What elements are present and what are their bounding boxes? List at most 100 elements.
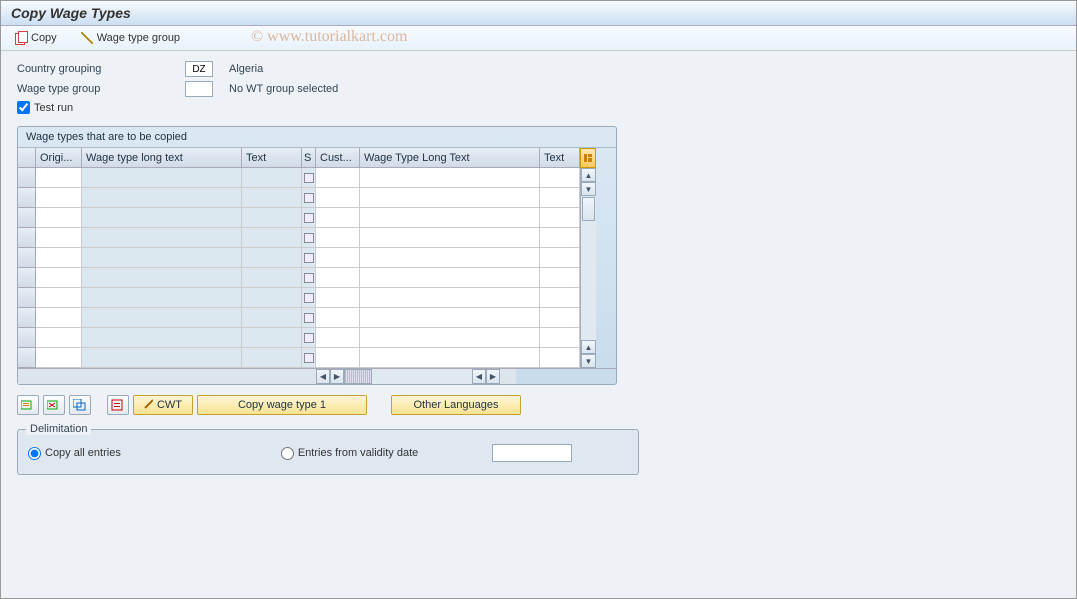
table-checkbox[interactable] xyxy=(302,168,316,188)
row-handle[interactable] xyxy=(18,208,36,228)
row-handle[interactable] xyxy=(18,228,36,248)
row-handle[interactable] xyxy=(18,188,36,208)
insert-row-button[interactable] xyxy=(17,395,39,415)
col-header-cust[interactable]: Cust... xyxy=(316,148,360,168)
country-grouping-input[interactable] xyxy=(185,61,213,77)
table-cell[interactable] xyxy=(360,188,540,208)
table-cell[interactable] xyxy=(36,308,82,328)
row-handle[interactable] xyxy=(18,268,36,288)
table-cell[interactable] xyxy=(540,188,580,208)
scroll-down-button[interactable]: ▼ xyxy=(581,354,596,368)
table-checkbox[interactable] xyxy=(302,348,316,368)
table-cell[interactable] xyxy=(316,268,360,288)
wage-type-group-input[interactable] xyxy=(185,81,213,97)
hscroll-left-button[interactable]: ◀ xyxy=(316,369,330,384)
col-header-s[interactable]: S xyxy=(302,148,316,168)
table-cell[interactable] xyxy=(36,188,82,208)
hscroll-right-button[interactable]: ▶ xyxy=(330,369,344,384)
validity-date-input[interactable] xyxy=(492,444,572,462)
table-checkbox[interactable] xyxy=(302,308,316,328)
col-header-text-left[interactable]: Text xyxy=(242,148,302,168)
table-checkbox[interactable] xyxy=(302,208,316,228)
hscroll-track[interactable] xyxy=(372,369,472,384)
table-cell[interactable] xyxy=(540,288,580,308)
table-cell[interactable] xyxy=(540,168,580,188)
table-cell[interactable] xyxy=(36,348,82,368)
table-cell[interactable] xyxy=(360,288,540,308)
other-languages-button[interactable]: Other Languages xyxy=(391,395,521,415)
copy-all-radio-item[interactable]: Copy all entries xyxy=(28,447,121,460)
scroll-track[interactable] xyxy=(581,222,596,340)
table-cell[interactable] xyxy=(316,188,360,208)
table-cell[interactable] xyxy=(36,208,82,228)
table-checkbox[interactable] xyxy=(302,328,316,348)
copy-all-radio[interactable] xyxy=(28,447,41,460)
table-cell[interactable] xyxy=(36,288,82,308)
table-cell[interactable] xyxy=(360,348,540,368)
col-header-wtlt[interactable]: Wage type long text xyxy=(82,148,242,168)
table-cell[interactable] xyxy=(540,328,580,348)
table-checkbox[interactable] xyxy=(302,188,316,208)
table-cell[interactable] xyxy=(316,228,360,248)
table-cell[interactable] xyxy=(540,208,580,228)
table-cell[interactable] xyxy=(360,308,540,328)
wage-type-group-button[interactable]: Wage type group xyxy=(75,30,186,46)
col-header-wtlt-right[interactable]: Wage Type Long Text xyxy=(360,148,540,168)
col-wage-type-long-text-right: Wage Type Long Text xyxy=(360,148,540,368)
table-checkbox[interactable] xyxy=(302,228,316,248)
table-checkbox[interactable] xyxy=(302,288,316,308)
scroll-up-button[interactable]: ▲ xyxy=(581,168,596,182)
hscroll-left-button-2[interactable]: ◀ xyxy=(472,369,486,384)
table-cell[interactable] xyxy=(36,328,82,348)
table-cell[interactable] xyxy=(360,328,540,348)
table-cell[interactable] xyxy=(316,308,360,328)
col-header-origin[interactable]: Origi... xyxy=(36,148,82,168)
row-handle[interactable] xyxy=(18,288,36,308)
table-cell[interactable] xyxy=(360,248,540,268)
test-run-checkbox[interactable] xyxy=(17,101,30,114)
table-cell[interactable] xyxy=(360,208,540,228)
copy-row-button[interactable] xyxy=(69,395,91,415)
entries-from-radio[interactable] xyxy=(281,447,294,460)
table-cell[interactable] xyxy=(360,228,540,248)
hscroll-right-button-2[interactable]: ▶ xyxy=(486,369,500,384)
table-checkbox[interactable] xyxy=(302,268,316,288)
row-handle[interactable] xyxy=(18,348,36,368)
table-checkbox[interactable] xyxy=(302,248,316,268)
table-cell[interactable] xyxy=(36,268,82,288)
delimit-button[interactable] xyxy=(107,395,129,415)
row-handle[interactable] xyxy=(18,328,36,348)
scroll-down-step-button[interactable]: ▼ xyxy=(581,182,596,196)
scroll-thumb[interactable] xyxy=(582,197,595,221)
table-cell[interactable] xyxy=(540,348,580,368)
table-cell[interactable] xyxy=(540,268,580,288)
table-cell[interactable] xyxy=(316,328,360,348)
table-cell[interactable] xyxy=(316,248,360,268)
table-cell[interactable] xyxy=(36,228,82,248)
entries-from-radio-item[interactable]: Entries from validity date xyxy=(281,444,572,462)
vertical-scrollbar[interactable]: ▲ ▼ ▲ ▼ xyxy=(580,168,596,368)
table-config-button[interactable] xyxy=(580,148,596,168)
table-cell[interactable] xyxy=(540,228,580,248)
col-header-text-right[interactable]: Text xyxy=(540,148,580,168)
select-all-handle[interactable] xyxy=(18,148,36,168)
row-handle[interactable] xyxy=(18,308,36,328)
row-handle[interactable] xyxy=(18,248,36,268)
table-cell[interactable] xyxy=(360,168,540,188)
hscroll-grip-left[interactable] xyxy=(344,369,372,384)
table-cell[interactable] xyxy=(316,168,360,188)
table-cell[interactable] xyxy=(316,348,360,368)
cwt-button[interactable]: CWT xyxy=(133,395,193,415)
row-handle[interactable] xyxy=(18,168,36,188)
table-cell[interactable] xyxy=(316,288,360,308)
copy-wage-type-1-button[interactable]: Copy wage type 1 xyxy=(197,395,367,415)
delete-row-button[interactable] xyxy=(43,395,65,415)
table-cell[interactable] xyxy=(360,268,540,288)
copy-button[interactable]: Copy xyxy=(9,30,63,46)
table-cell[interactable] xyxy=(36,168,82,188)
table-cell[interactable] xyxy=(316,208,360,228)
table-cell[interactable] xyxy=(540,248,580,268)
table-cell[interactable] xyxy=(36,248,82,268)
scroll-up-step-button[interactable]: ▲ xyxy=(581,340,596,354)
table-cell[interactable] xyxy=(540,308,580,328)
